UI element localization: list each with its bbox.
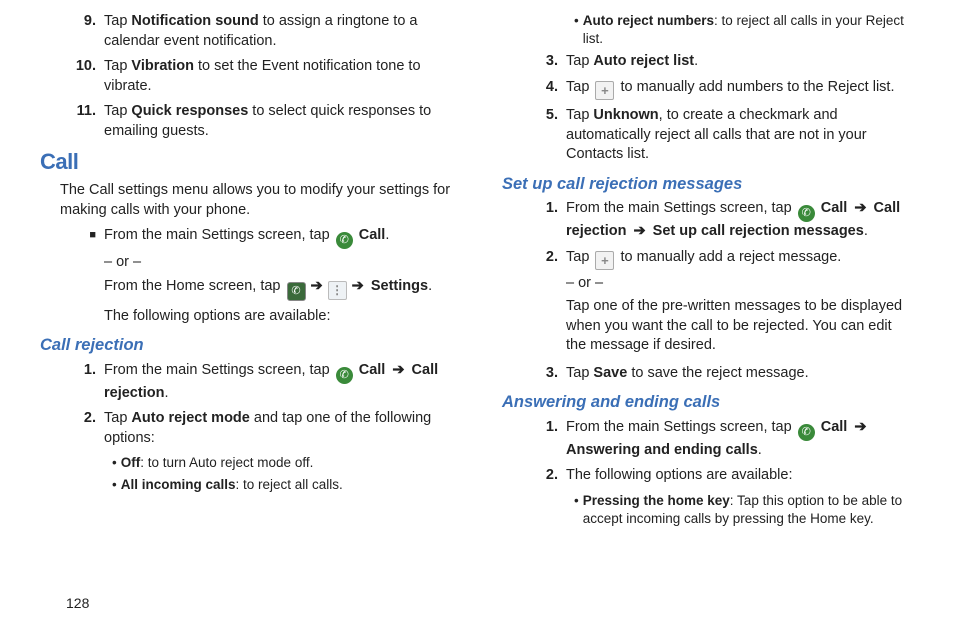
bullet-body: From the main Settings screen, tap ✆ Cal… <box>104 226 452 326</box>
bullet-dot-icon: • <box>574 12 579 48</box>
options-available-text: The following options are available: <box>104 307 452 327</box>
phone-circle-icon: ✆ <box>798 424 815 441</box>
step-number: 1. <box>70 361 96 404</box>
msg-step-2: 2. Tap + to manually add a reject messag… <box>502 248 914 356</box>
menu-icon: ⋮ <box>328 281 347 300</box>
step-3: 3. Tap Auto reject list. <box>502 52 914 72</box>
step-number: 9. <box>70 12 96 51</box>
step-number: 3. <box>532 364 558 384</box>
option-all-incoming: • All incoming calls: to reject all call… <box>40 476 452 494</box>
heading-answering-ending: Answering and ending calls <box>502 391 914 413</box>
heading-call-rejection: Call rejection <box>40 334 452 356</box>
page: 9. Tap Notification sound to assign a ri… <box>0 0 954 532</box>
heading-rejection-messages: Set up call rejection messages <box>502 173 914 195</box>
phone-circle-icon: ✆ <box>336 232 353 249</box>
call-intro-text: The Call settings menu allows you to mod… <box>60 181 452 220</box>
step-number: 10. <box>70 57 96 96</box>
step-number: 3. <box>532 52 558 72</box>
prewritten-text: Tap one of the pre-written messages to b… <box>566 297 914 356</box>
arrow-icon: ➔ <box>311 277 323 297</box>
plus-icon: + <box>595 251 614 270</box>
option-home-key: • Pressing the home key: Tap this option… <box>502 492 914 528</box>
arrow-icon: ➔ <box>854 199 866 219</box>
bullet-dot-icon: • <box>112 476 117 494</box>
step-body: Tap Vibration to set the Event notificat… <box>104 57 452 96</box>
step-9: 9. Tap Notification sound to assign a ri… <box>40 12 452 51</box>
step-number: 2. <box>70 409 96 448</box>
ans-step-2: 2. The following options are available: <box>502 466 914 486</box>
bullet-dot-icon: • <box>574 492 579 528</box>
msg-step-3: 3. Tap Save to save the reject message. <box>502 364 914 384</box>
right-column: • Auto reject numbers: to reject all cal… <box>502 12 914 532</box>
plus-icon: + <box>595 81 614 100</box>
step-body: Tap Auto reject mode and tap one of the … <box>104 409 452 448</box>
step-number: 2. <box>532 466 558 486</box>
arrow-icon: ➔ <box>352 277 364 297</box>
step-number: 1. <box>532 199 558 242</box>
arrow-icon: ➔ <box>392 361 404 381</box>
step-number: 11. <box>70 102 96 141</box>
step-5: 5. Tap Unknown, to create a checkmark an… <box>502 106 914 165</box>
step-body: Tap + to manually add numbers to the Rej… <box>566 78 914 100</box>
msg-step-1: 1. From the main Settings screen, tap ✆ … <box>502 199 914 242</box>
or-text: – or – <box>566 274 914 294</box>
step-number: 1. <box>532 418 558 461</box>
phone-circle-icon: ✆ <box>336 367 353 384</box>
step-body: Tap Auto reject list. <box>566 52 914 72</box>
step-11: 11. Tap Quick responses to select quick … <box>40 102 452 141</box>
heading-call: Call <box>40 147 452 177</box>
ans-step-1: 1. From the main Settings screen, tap ✆ … <box>502 418 914 461</box>
step-body: From the main Settings screen, tap ✆ Cal… <box>566 199 914 242</box>
step-number: 5. <box>532 106 558 165</box>
step-4: 4. Tap + to manually add numbers to the … <box>502 78 914 100</box>
left-column: 9. Tap Notification sound to assign a ri… <box>40 12 452 532</box>
arrow-icon: ➔ <box>633 222 645 242</box>
step-body: Tap Notification sound to assign a ringt… <box>104 12 452 51</box>
arrow-icon: ➔ <box>854 418 866 438</box>
step-body: Tap + to manually add a reject message. … <box>566 248 914 356</box>
rejection-step-2: 2. Tap Auto reject mode and tap one of t… <box>40 409 452 448</box>
step-10: 10. Tap Vibration to set the Event notif… <box>40 57 452 96</box>
step-body: Tap Quick responses to select quick resp… <box>104 102 452 141</box>
step-number: 4. <box>532 78 558 100</box>
option-off: • Off: to turn Auto reject mode off. <box>40 454 452 472</box>
phone-square-icon: ✆ <box>287 282 306 301</box>
page-number: 128 <box>66 595 89 611</box>
phone-circle-icon: ✆ <box>798 205 815 222</box>
rejection-step-1: 1. From the main Settings screen, tap ✆ … <box>40 361 452 404</box>
option-auto-reject-numbers: • Auto reject numbers: to reject all cal… <box>502 12 914 48</box>
square-bullet-icon: ■ <box>70 228 96 326</box>
step-body: The following options are available: <box>566 466 914 486</box>
step-body: Tap Unknown, to create a checkmark and a… <box>566 106 914 165</box>
call-main-bullet: ■ From the main Settings screen, tap ✆ C… <box>40 226 452 326</box>
bullet-dot-icon: • <box>112 454 117 472</box>
step-body: From the main Settings screen, tap ✆ Cal… <box>566 418 914 461</box>
step-body: From the main Settings screen, tap ✆ Cal… <box>104 361 452 404</box>
or-text: – or – <box>104 253 452 273</box>
home-alt: From the Home screen, tap ✆➔⋮➔ Settings. <box>104 277 452 301</box>
step-body: Tap Save to save the reject message. <box>566 364 914 384</box>
step-number: 2. <box>532 248 558 356</box>
